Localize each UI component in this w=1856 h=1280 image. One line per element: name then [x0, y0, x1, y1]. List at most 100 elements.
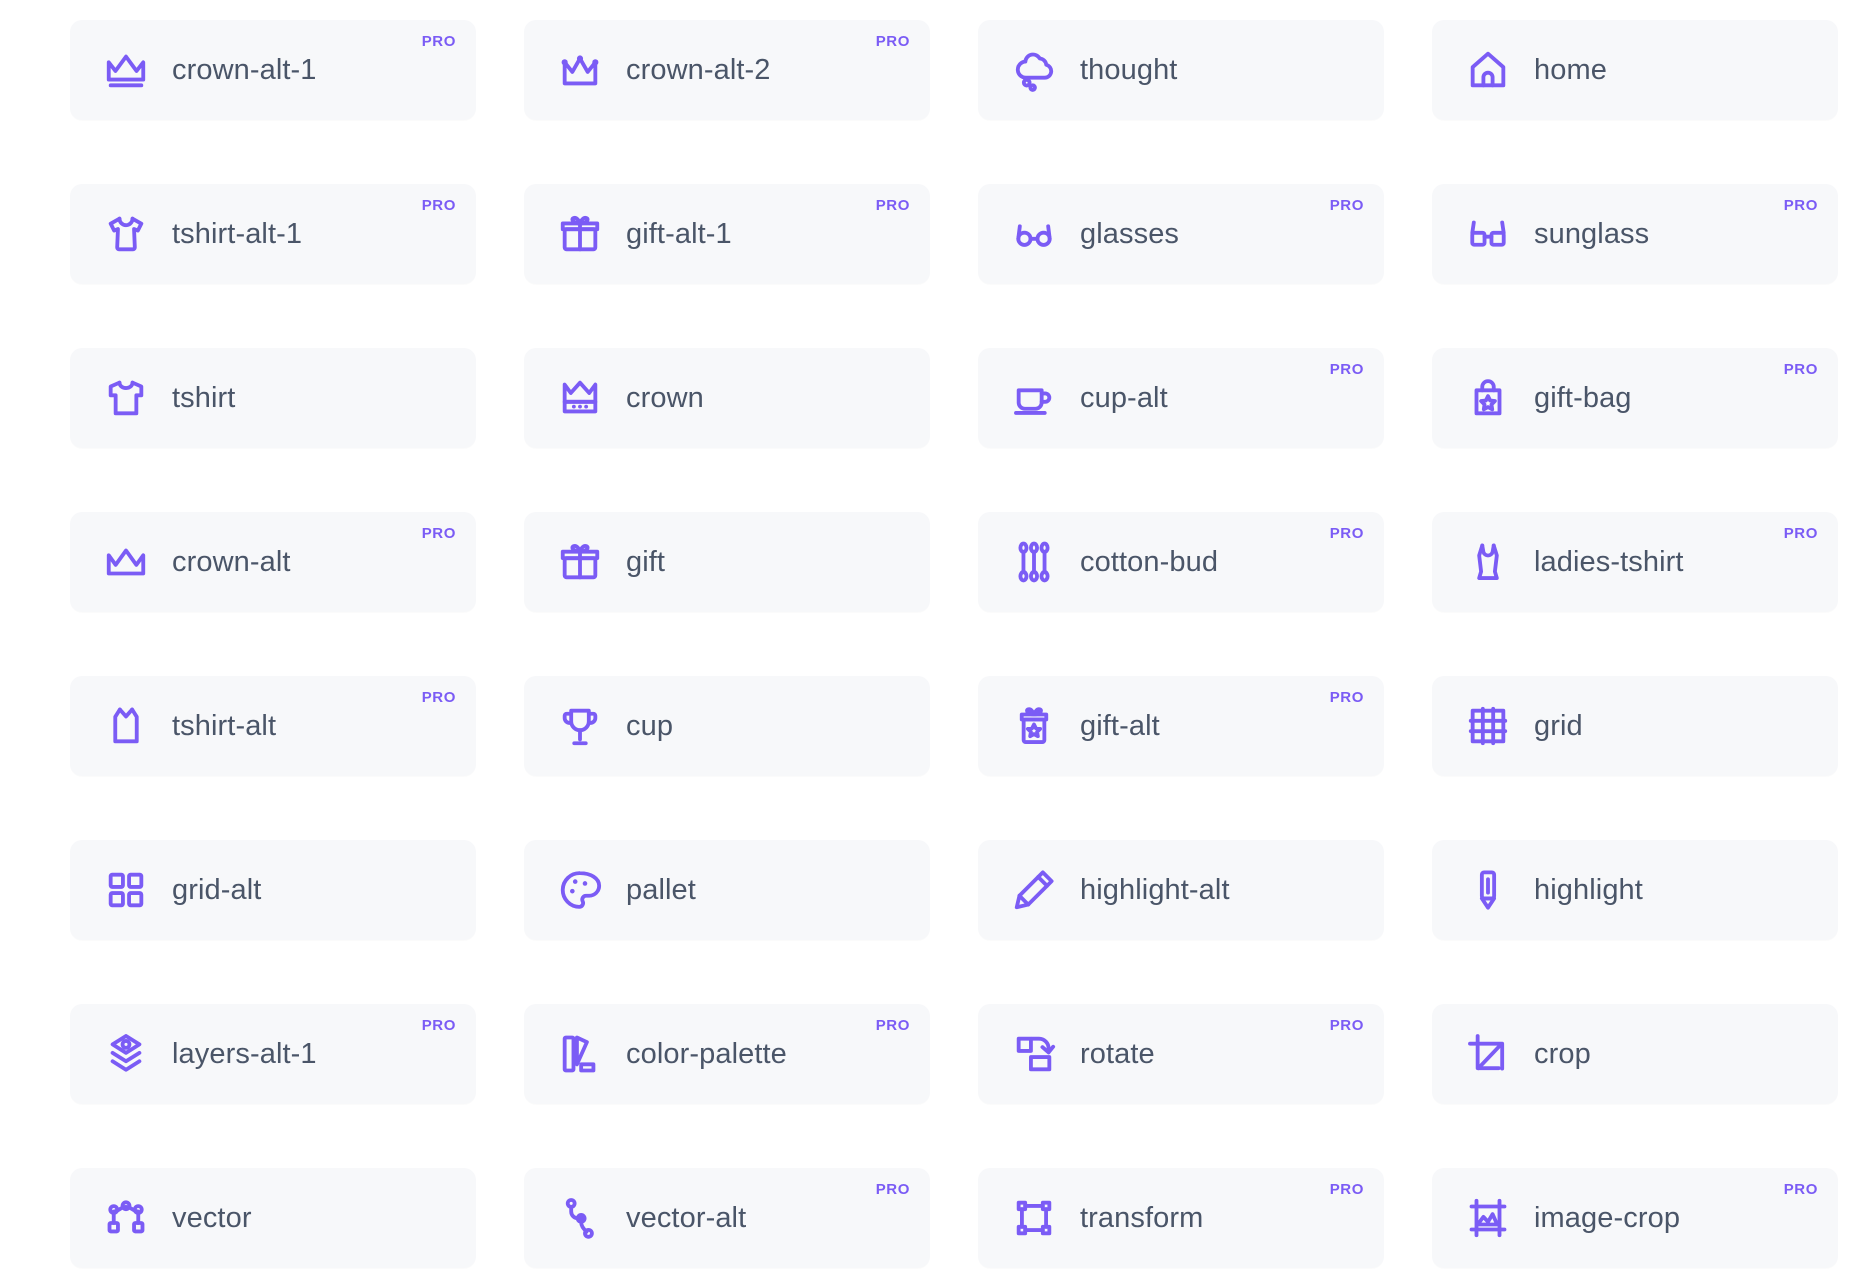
tshirt-alt-icon [98, 698, 154, 754]
icon-card[interactable]: highlight-altPRO [978, 840, 1384, 940]
icon-card[interactable]: highlightPRO [1432, 840, 1838, 940]
crown-icon [552, 370, 608, 426]
icon-card[interactable]: gift-alt-1 PRO [524, 184, 930, 284]
icon-card[interactable]: layers-alt-1 PRO [70, 1004, 476, 1104]
pro-badge: PRO [1329, 1181, 1364, 1198]
icon-name-label: glasses [1080, 217, 1180, 250]
icon-card[interactable]: tshirt-alt-1 PRO [70, 184, 476, 284]
icon-card[interactable]: palletPRO [524, 840, 930, 940]
icon-name-label: ladies-tshirt [1534, 545, 1684, 578]
icon-name-label: rotate [1080, 1037, 1155, 1070]
pro-badge: PRO [875, 1017, 910, 1034]
icon-name-label: transform [1080, 1201, 1204, 1234]
icon-card[interactable]: tshirt-alt PRO [70, 676, 476, 776]
icon-card[interactable]: cotton-bud PRO [978, 512, 1384, 612]
pro-badge: PRO [875, 33, 910, 50]
icon-name-label: tshirt-alt [172, 709, 277, 742]
icon-name-label: crown-alt-1 [172, 53, 317, 86]
icon-card[interactable]: gridPRO [1432, 676, 1838, 776]
icon-card[interactable]: crownPRO [524, 348, 930, 448]
icon-name-label: layers-alt-1 [172, 1037, 317, 1070]
icon-name-label: gift [626, 545, 666, 578]
icon-card[interactable]: color-palette PRO [524, 1004, 930, 1104]
icon-card[interactable]: crown-alt-2 PRO [524, 20, 930, 120]
icon-card[interactable]: cup-alt PRO [978, 348, 1384, 448]
gift-alt-1-icon [552, 206, 608, 262]
sunglass-icon [1460, 206, 1516, 262]
vector-alt-icon [552, 1190, 608, 1246]
pallet-icon [552, 862, 608, 918]
icon-name-label: cup-alt [1080, 381, 1168, 414]
icon-name-label: highlight [1534, 873, 1643, 906]
icon-name-label: grid-alt [172, 873, 262, 906]
pro-badge: PRO [1783, 361, 1818, 378]
pro-badge: PRO [1783, 197, 1818, 214]
layers-alt-1-icon [98, 1026, 154, 1082]
icon-card[interactable]: tshirtPRO [70, 348, 476, 448]
highlight-icon [1460, 862, 1516, 918]
icon-name-label: home [1534, 53, 1607, 86]
highlight-alt-icon [1006, 862, 1062, 918]
icon-card[interactable]: cropPRO [1432, 1004, 1838, 1104]
icon-card[interactable]: crown-alt PRO [70, 512, 476, 612]
icon-card[interactable]: grid-altPRO [70, 840, 476, 940]
icon-name-label: grid [1534, 709, 1583, 742]
icon-grid: crown-alt-1PROcrown-alt-2PROthoughtPROho… [0, 0, 1856, 1280]
grid-alt-icon [98, 862, 154, 918]
home-icon [1460, 42, 1516, 98]
crown-alt-icon [98, 534, 154, 590]
icon-name-label: vector-alt [626, 1201, 747, 1234]
icon-card[interactable]: image-crop PRO [1432, 1168, 1838, 1268]
icon-name-label: gift-alt [1080, 709, 1160, 742]
pro-badge: PRO [1329, 689, 1364, 706]
ladies-tshirt-icon [1460, 534, 1516, 590]
icon-name-label: highlight-alt [1080, 873, 1230, 906]
icon-card[interactable]: vector-alt PRO [524, 1168, 930, 1268]
icon-name-label: cotton-bud [1080, 545, 1219, 578]
icon-name-label: tshirt [172, 381, 236, 414]
icon-name-label: crown [626, 381, 704, 414]
tshirt-alt-1-icon [98, 206, 154, 262]
icon-name-label: pallet [626, 873, 696, 906]
pro-badge: PRO [421, 525, 456, 542]
icon-card[interactable]: ladies-tshirt PRO [1432, 512, 1838, 612]
pro-badge: PRO [875, 1181, 910, 1198]
icon-card[interactable]: giftPRO [524, 512, 930, 612]
icon-card[interactable]: rotate PRO [978, 1004, 1384, 1104]
icon-name-label: tshirt-alt-1 [172, 217, 303, 250]
icon-name-label: crop [1534, 1037, 1591, 1070]
pro-badge: PRO [1329, 197, 1364, 214]
gift-alt-icon [1006, 698, 1062, 754]
icon-name-label: crown-alt [172, 545, 291, 578]
icon-name-label: gift-bag [1534, 381, 1632, 414]
pro-badge: PRO [1329, 525, 1364, 542]
pro-badge: PRO [1329, 1017, 1364, 1034]
icon-card[interactable]: thoughtPRO [978, 20, 1384, 120]
icon-card[interactable]: crown-alt-1 PRO [70, 20, 476, 120]
icon-card[interactable]: gift-bag PRO [1432, 348, 1838, 448]
glasses-icon [1006, 206, 1062, 262]
vector-icon [98, 1190, 154, 1246]
icon-card[interactable]: sunglass PRO [1432, 184, 1838, 284]
gift-bag-icon [1460, 370, 1516, 426]
icon-name-label: image-crop [1534, 1201, 1681, 1234]
thought-icon [1006, 42, 1062, 98]
icon-card[interactable]: cupPRO [524, 676, 930, 776]
pro-badge: PRO [421, 197, 456, 214]
icon-name-label: crown-alt-2 [626, 53, 771, 86]
icon-card[interactable]: glasses PRO [978, 184, 1384, 284]
gift-icon [552, 534, 608, 590]
cup-alt-icon [1006, 370, 1062, 426]
icon-card[interactable]: homePRO [1432, 20, 1838, 120]
icon-name-label: gift-alt-1 [626, 217, 732, 250]
tshirt-icon [98, 370, 154, 426]
icon-card[interactable]: transform PRO [978, 1168, 1384, 1268]
icon-card[interactable]: gift-alt PRO [978, 676, 1384, 776]
transform-icon [1006, 1190, 1062, 1246]
grid-icon [1460, 698, 1516, 754]
icon-name-label: thought [1080, 53, 1178, 86]
icon-card[interactable]: vectorPRO [70, 1168, 476, 1268]
cotton-bud-icon [1006, 534, 1062, 590]
pro-badge: PRO [1329, 361, 1364, 378]
pro-badge: PRO [421, 689, 456, 706]
